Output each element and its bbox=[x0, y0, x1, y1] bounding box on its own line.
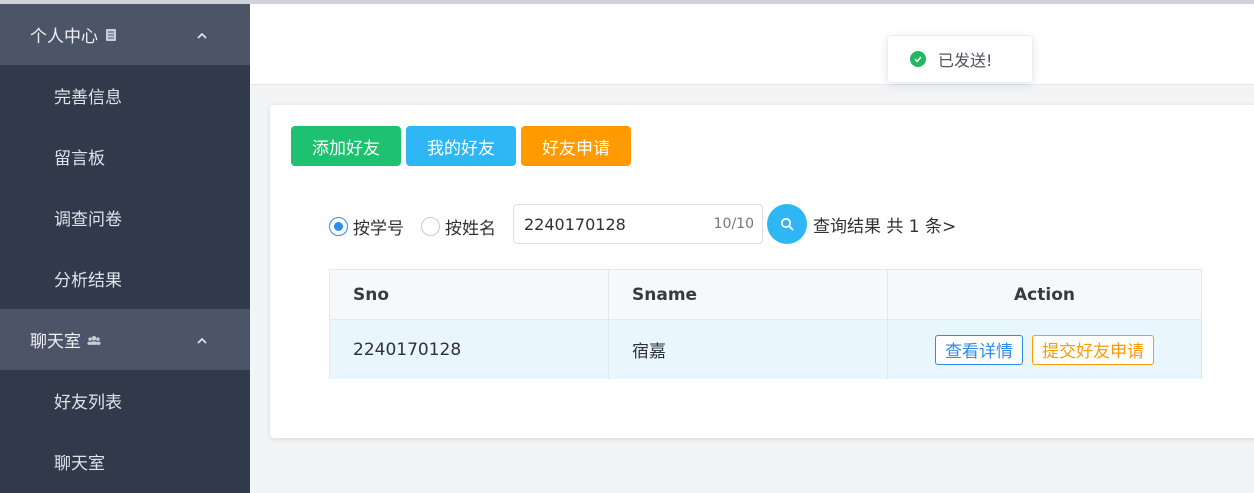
column-header-sno: Sno bbox=[330, 270, 609, 319]
my-friends-button[interactable]: 我的好友 bbox=[406, 126, 516, 166]
add-friend-button[interactable]: 添加好友 bbox=[291, 126, 401, 166]
sidebar-item-label: 留言板 bbox=[54, 149, 105, 169]
check-circle-icon bbox=[910, 51, 926, 67]
chevron-up-icon[interactable] bbox=[196, 27, 208, 39]
radio-circle[interactable] bbox=[421, 217, 440, 236]
radio-by-sno-label: 按学号 bbox=[353, 219, 404, 239]
search-button[interactable] bbox=[767, 204, 807, 244]
send-friend-request-button[interactable]: 提交好友申请 bbox=[1032, 334, 1154, 365]
chevron-up-icon[interactable] bbox=[196, 332, 208, 344]
sidebar-item-analysis[interactable]: 分析结果 bbox=[0, 248, 250, 309]
column-header-sname: Sname bbox=[609, 270, 888, 319]
cell-sno: 2240170128 bbox=[330, 320, 609, 379]
cell-action: 查看详情 提交好友申请 bbox=[888, 320, 1201, 379]
radio-by-name[interactable]: 按姓名 bbox=[421, 214, 496, 239]
sidebar-item-label: 聊天室 bbox=[54, 454, 105, 474]
table-row: 2240170128 宿嘉 查看详情 提交好友申请 bbox=[330, 320, 1201, 379]
search-input[interactable]: 2240170128 10/10 bbox=[513, 204, 763, 244]
friend-requests-button[interactable]: 好友申请 bbox=[521, 126, 631, 166]
char-count: 10/10 bbox=[713, 216, 754, 232]
menu-group-chat[interactable]: 聊天室 bbox=[0, 309, 250, 370]
sidebar-item-message-board[interactable]: 留言板 bbox=[0, 126, 250, 187]
toast-message: 已发送! bbox=[887, 35, 1033, 83]
column-header-action: Action bbox=[1014, 284, 1075, 305]
sidebar-item-label: 分析结果 bbox=[54, 271, 122, 291]
sidebar-item-chat-room[interactable]: 聊天室 bbox=[0, 431, 250, 492]
sidebar-item-label: 好友列表 bbox=[54, 393, 122, 413]
search-input-value: 2240170128 bbox=[524, 214, 626, 234]
result-table: Sno Sname Action 2240170128 宿嘉 查看详情 提交好友… bbox=[329, 269, 1202, 379]
radio-circle-checked[interactable] bbox=[329, 217, 348, 236]
sidebar: 个人中心 完善信息 留言板 调查问卷 分析结果 聊天室 好友列表 聊天室 bbox=[0, 4, 250, 493]
radio-by-name-label: 按姓名 bbox=[445, 219, 496, 239]
friends-card: 添加好友 我的好友 好友申请 按学号 按姓名 2240170128 10/10 … bbox=[270, 105, 1254, 438]
radio-by-sno[interactable]: 按学号 bbox=[329, 214, 404, 239]
menu-group-personal[interactable]: 个人中心 bbox=[0, 4, 250, 65]
search-row: 按学号 按姓名 2240170128 10/10 查询结果 共 1 条> bbox=[329, 204, 1029, 244]
sidebar-item-label: 调查问卷 bbox=[54, 210, 122, 230]
top-header bbox=[250, 4, 1254, 85]
sidebar-item-complete-info[interactable]: 完善信息 bbox=[0, 65, 250, 126]
menu-group-chat-label: 聊天室 bbox=[30, 332, 81, 352]
view-detail-button[interactable]: 查看详情 bbox=[935, 334, 1023, 365]
sidebar-item-label: 完善信息 bbox=[54, 88, 122, 108]
table-header: Sno Sname Action bbox=[330, 270, 1201, 320]
menu-group-personal-label: 个人中心 bbox=[30, 27, 98, 47]
users-icon bbox=[87, 333, 101, 347]
cell-sname: 宿嘉 bbox=[609, 320, 888, 379]
book-icon bbox=[104, 28, 118, 42]
result-summary: 查询结果 共 1 条> bbox=[813, 217, 957, 237]
sidebar-item-survey[interactable]: 调查问卷 bbox=[0, 187, 250, 248]
toast-text: 已发送! bbox=[938, 51, 993, 70]
sidebar-item-friend-list[interactable]: 好友列表 bbox=[0, 370, 250, 431]
search-icon bbox=[780, 217, 794, 231]
